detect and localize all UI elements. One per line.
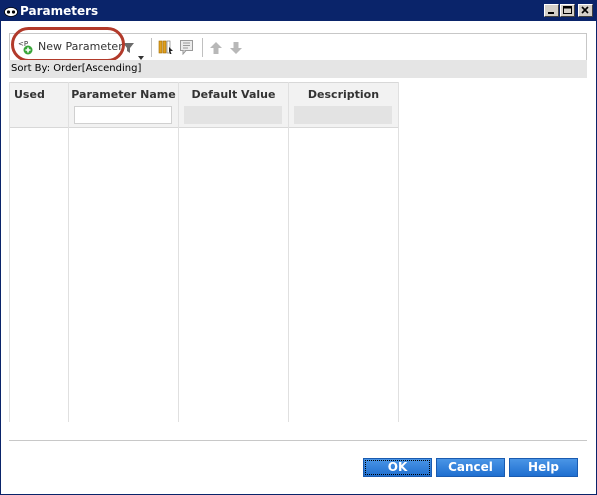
- maximize-icon: [563, 6, 572, 14]
- minimize-button[interactable]: [544, 4, 559, 17]
- column-parameter-name: Parameter Name: [69, 82, 179, 422]
- move-down-icon: [229, 40, 243, 59]
- select-columns-icon: [158, 39, 174, 59]
- column-header-label: Parameter Name: [71, 88, 176, 101]
- footer-divider: [9, 440, 587, 441]
- column-header-label: Description: [307, 88, 380, 101]
- column-header[interactable]: Used: [10, 82, 68, 128]
- parameter-name-filter-input[interactable]: [74, 106, 172, 124]
- column-header[interactable]: Description: [289, 82, 398, 128]
- cancel-button[interactable]: Cancel: [436, 458, 505, 477]
- move-down-button[interactable]: [228, 37, 244, 57]
- parameters-dialog: Parameters <P New Parameter Sort By: Ord…: [0, 0, 597, 495]
- sort-status-bar: Sort By: Order[Ascending]: [9, 60, 587, 78]
- comment-button[interactable]: [178, 37, 196, 57]
- column-header[interactable]: Parameter Name: [69, 82, 178, 128]
- ok-button[interactable]: OK: [363, 458, 432, 477]
- help-button[interactable]: Help: [509, 458, 578, 477]
- close-icon: [581, 6, 589, 14]
- new-parameter-highlight: [11, 27, 125, 62]
- filter-button[interactable]: [122, 37, 148, 60]
- description-filter-input: [294, 106, 392, 124]
- comment-icon: [179, 39, 195, 59]
- default-value-filter-input: [184, 106, 282, 124]
- column-used: Used: [9, 82, 69, 422]
- column-header-label: Used: [14, 88, 45, 101]
- maximize-button[interactable]: [560, 4, 575, 17]
- app-icon: [4, 4, 18, 18]
- sort-status-text: Sort By: Order[Ascending]: [11, 63, 142, 74]
- parameters-grid: Used Parameter Name Default Value Descri…: [9, 82, 399, 422]
- minimize-icon: [548, 12, 554, 14]
- close-button[interactable]: [578, 4, 593, 17]
- title-bar[interactable]: Parameters: [1, 1, 596, 21]
- toolbar-separator: [202, 38, 203, 57]
- column-header[interactable]: Default Value: [179, 82, 288, 128]
- move-up-button[interactable]: [208, 37, 224, 57]
- toolbar-separator: [151, 38, 152, 57]
- window-title: Parameters: [20, 4, 99, 18]
- select-columns-button[interactable]: [157, 37, 175, 57]
- column-default-value: Default Value: [179, 82, 289, 422]
- column-header-label: Default Value: [191, 88, 276, 101]
- move-up-icon: [209, 40, 223, 59]
- column-description: Description: [289, 82, 399, 422]
